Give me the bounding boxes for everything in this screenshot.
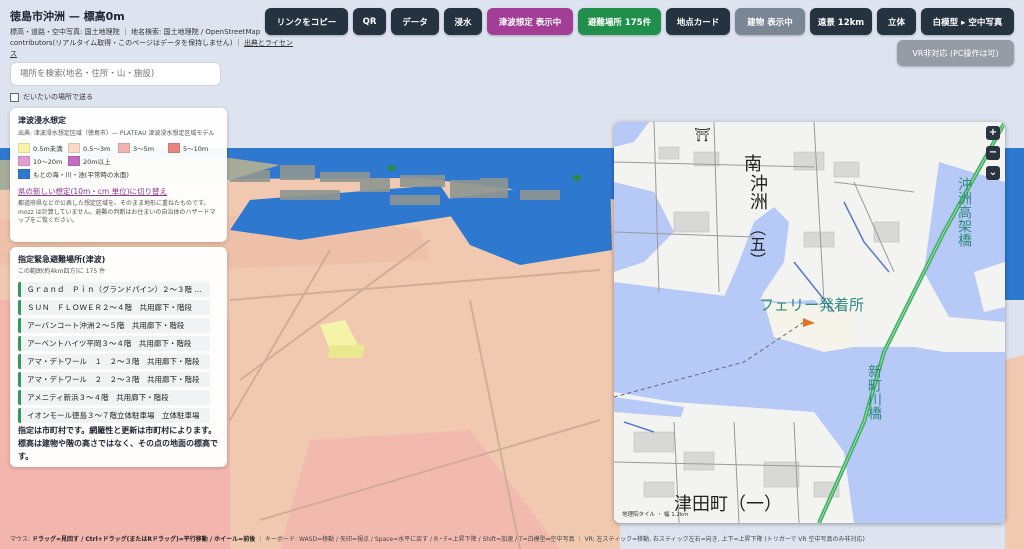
legend-swatch <box>168 143 180 153</box>
legend-item: もとの海・川・池(平常時の水面) <box>18 169 208 179</box>
tsunami-panel-title: 津波浸水想定 <box>18 116 66 125</box>
minimap-tiles[interactable] <box>614 122 1005 523</box>
map-zoom-in-button[interactable]: + <box>986 126 1000 140</box>
approx-location-row[interactable]: だいたいの場所で送る <box>10 92 93 102</box>
shelter-list-item[interactable]: アーバンコート沖洲２〜５階 共用廊下・階段 <box>18 318 210 333</box>
imagery-toggle-button[interactable]: 白模型 ▸ 空中写真 <box>921 8 1014 35</box>
legend-item: 0.5m未満 <box>18 143 64 153</box>
legend-item: 10〜20m <box>18 156 64 166</box>
shelter-list-item[interactable]: イオンモール徳島３〜７階立体駐車場 立体駐車場 <box>18 408 210 423</box>
mouse-help-label: マウス: <box>10 536 31 543</box>
map-credit: 地理院タイル ・ 幅 1.2km <box>622 512 689 518</box>
minimap[interactable]: 南 沖洲 （五） フェリー発着所 沖洲高架橋 新町川橋 津田町（一） ⛩ <box>614 122 1005 523</box>
approx-location-checkbox[interactable] <box>10 92 19 102</box>
tsunami-note: 都道府県などが公表した想定区域を、そのまま地形に重ねたものです。mozz は計算… <box>18 200 216 224</box>
shelter-disclaimer: 指定は市町村です。網羅性と更新は市町村によります。標高は建物や階の高さではなく、… <box>18 426 218 461</box>
legend-label: 10〜20m <box>33 158 63 166</box>
vr-button[interactable]: VR非対応 (PC操作は可) <box>897 40 1014 66</box>
qr-button[interactable]: QR <box>353 8 386 35</box>
shelter-list-item[interactable]: アーベントハイツ平岡３〜４階 共用廊下・階段 <box>18 336 210 351</box>
map-label-go: （五） <box>747 220 766 268</box>
map-label-minami: 南 <box>744 154 762 175</box>
map-label-okisu-viaduct: 沖洲高架橋 <box>956 177 972 247</box>
map-label-tsuda: 津田町（一） <box>674 494 782 515</box>
map-label-shinmachi-bridge: 新町川橋 <box>866 364 882 420</box>
shelter-list-item[interactable]: アメニティ新浜３〜４階 共用廊下・階段 <box>18 390 210 405</box>
attribution: 標高・道路・空中写真: 国土地理院 ｜ 地名検索: 国土地理院 / OpenSt… <box>10 27 295 60</box>
legend-swatch <box>18 143 30 153</box>
copy-link-button[interactable]: リンクをコピー <box>265 8 348 35</box>
controls-help: マウス: ドラッグ=見回す / Ctrl+ドラッグ(またはRドラッグ)=平行移動… <box>10 534 865 543</box>
legend-label: 0.5〜3m <box>83 145 111 153</box>
shelter-panel: 指定緊急避難場所(津波) この範囲(約4km四方)に 175 件 Ｇｒａｎｄ Ｐ… <box>10 247 227 467</box>
legend-label: 0.5m未満 <box>33 145 63 153</box>
legend-label: 3〜5m <box>133 145 155 153</box>
shelter-list-item[interactable]: Ｇｒａｎｄ Ｐｉｎ（グランドパイン）２〜３階 ... <box>18 282 210 297</box>
view-distance-button[interactable]: 遠景 12km <box>810 8 872 35</box>
mouse-help: ドラッグ=見回す / Ctrl+ドラッグ(またはRドラッグ)=平行移動 / ホイ… <box>31 536 256 543</box>
legend-item: 0.5〜3m <box>68 143 114 153</box>
legend-label: 5〜10m <box>183 145 209 153</box>
shelter-list[interactable]: Ｇｒａｎｄ Ｐｉｎ（グランドパイン）２〜３階 ... ＳＵＮ ＦＬＯＷＥＲ２〜４階… <box>18 282 219 424</box>
attribution-text: 標高・道路・空中写真: 国土地理院 ｜ 地名検索: 国土地理院 / OpenSt… <box>10 28 261 47</box>
data-button[interactable]: データ <box>391 8 439 35</box>
shelter-list-item[interactable]: ＳＵＮ ＦＬＯＷＥＲ２〜４階 共用廊下・階段 <box>18 300 210 315</box>
shrine-icon: ⛩ <box>694 128 711 143</box>
tsunami-source: 出典: 津波浸水想定区域（徳島市）— PLATEAU 津波浸水想定区域モデル <box>18 130 215 137</box>
approx-location-label: だいたいの場所で送る <box>23 93 93 101</box>
legend-label: もとの海・川・池(平常時の水面) <box>33 171 129 179</box>
buildings-toggle-button[interactable]: 建物 表示中 <box>735 8 805 35</box>
tsunami-legend-panel: 津波浸水想定 出典: 津波浸水想定区域（徳島市）— PLATEAU 津波浸水想定… <box>10 108 227 242</box>
map-zoom-out-button[interactable]: − <box>986 146 1000 160</box>
shelters-toggle-button[interactable]: 避難場所 175件 <box>578 8 661 35</box>
legend-item: 3〜5m <box>118 143 164 153</box>
shelter-count: この範囲(約4km四方)に 175 件 <box>18 268 106 275</box>
legend-swatch <box>118 143 130 153</box>
search-input[interactable] <box>10 62 221 86</box>
map-label-ferry: フェリー発着所 <box>759 296 865 314</box>
legend-swatch <box>68 156 80 166</box>
keyboard-help: ｜ キーボード: WASD=移動 / 矢印=視点 / Space=水平に戻す /… <box>257 536 865 543</box>
shelter-panel-title: 指定緊急避難場所(津波) <box>18 255 106 264</box>
page-title: 徳島市沖洲 — 標高0m <box>10 10 125 23</box>
solid-button[interactable]: 立体 <box>877 8 916 35</box>
title-block: 徳島市沖洲 — 標高0m 標高・道路・空中写真: 国土地理院 ｜ 地名検索: 国… <box>10 8 295 60</box>
tsunami-legend: 0.5m未満 0.5〜3m 3〜5m 5〜10m 10〜20m 20m以上もとの海・川・池… <box>18 143 219 179</box>
tsunami-toggle-button[interactable]: 津波想定 表示中 <box>487 8 573 35</box>
flood-button[interactable]: 浸水 <box>444 8 482 35</box>
legend-swatch <box>18 156 30 166</box>
map-label-okisu: 沖洲 <box>747 174 768 210</box>
map-collapse-button[interactable]: ⌄ <box>986 166 1000 180</box>
point-card-button[interactable]: 地点カード <box>666 8 730 35</box>
shelter-list-item[interactable]: アマ・デトワール ２ ２〜３階 共用廊下・階段 <box>18 372 210 387</box>
legend-swatch <box>18 169 30 179</box>
legend-item: 20m以上 <box>68 156 114 166</box>
legend-label: 20m以上 <box>83 158 111 166</box>
switch-scenario-link[interactable]: 県の新しい想定(10m・cm 単位)に切り替え <box>18 186 219 197</box>
legend-swatch <box>68 143 80 153</box>
legend-item: 5〜10m <box>168 143 214 153</box>
shelter-list-item[interactable]: アマ・デトワール １ ２〜３階 共用廊下・階段 <box>18 354 210 369</box>
